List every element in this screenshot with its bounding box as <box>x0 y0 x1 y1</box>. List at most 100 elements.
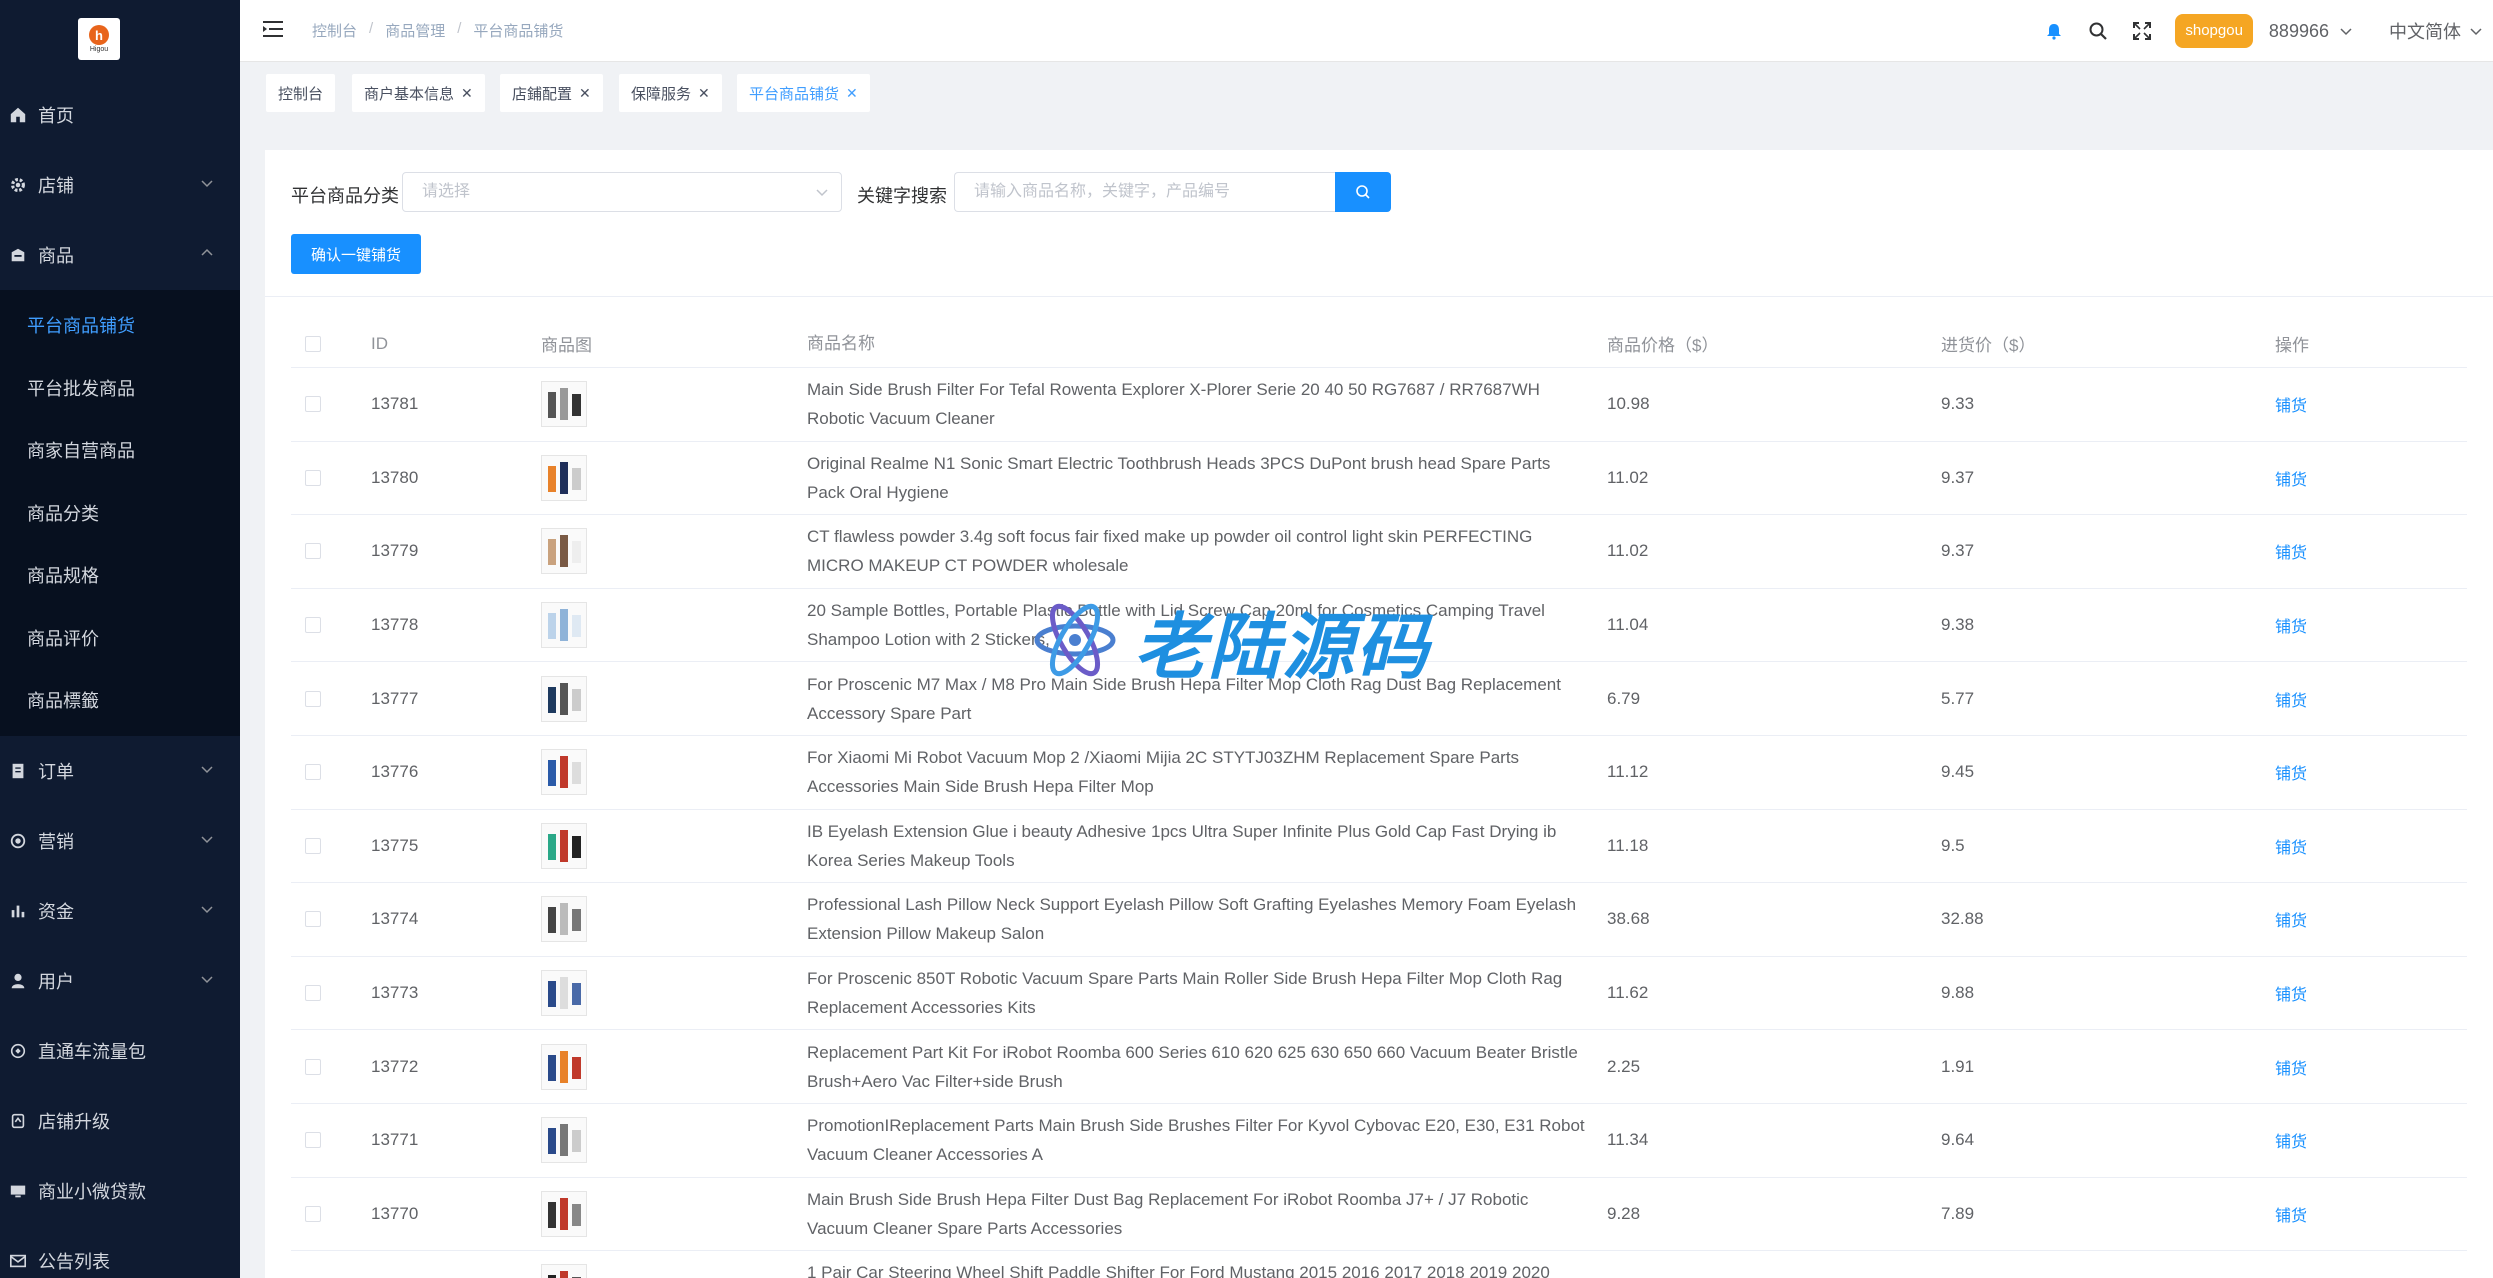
confirm-list-button[interactable]: 确认一键铺货 <box>291 234 421 274</box>
product-thumbnail <box>541 1117 587 1164</box>
list-goods-link[interactable]: 铺货 <box>2275 1134 2307 1151</box>
submenu-self-goods[interactable]: 商家自营商品 <box>0 419 240 482</box>
list-goods-link[interactable]: 铺货 <box>2275 1208 2307 1225</box>
sidebar: h Higou 首页 店铺 商品 平台商品铺货 平台批发商品 商家自营商品 商品… <box>0 0 240 1278</box>
sidebar-item-marketing[interactable]: 营销 <box>0 806 240 876</box>
sidebar-item-upgrade[interactable]: 店铺升级 <box>0 1086 240 1156</box>
logo-text: Higou <box>89 46 109 53</box>
shop-badge[interactable]: shopgou <box>2175 14 2253 48</box>
tag-merchant-info[interactable]: 商户基本信息 ✕ <box>352 74 485 112</box>
submenu-tags[interactable]: 商品標籤 <box>0 669 240 732</box>
chevron-down-icon <box>201 765 213 773</box>
bell-icon[interactable] <box>2043 20 2065 42</box>
column-header: 操作 <box>2275 336 2309 355</box>
tag-guarantee[interactable]: 保障服务 ✕ <box>619 74 722 112</box>
sidebar-item-orders[interactable]: 订单 <box>0 736 240 806</box>
list-goods-link[interactable]: 铺货 <box>2275 693 2307 710</box>
submenu-spec[interactable]: 商品规格 <box>0 544 240 607</box>
tag-store-config[interactable]: 店鋪配置 ✕ <box>500 74 603 112</box>
product-thumbnail <box>541 528 587 575</box>
row-checkbox[interactable] <box>305 1058 321 1075</box>
sidebar-item-traffic[interactable]: 直通车流量包 <box>0 1016 240 1086</box>
row-id: 13776 <box>371 762 419 782</box>
row-checkbox[interactable] <box>305 690 321 707</box>
product-thumbnail <box>541 896 587 943</box>
tag-dashboard[interactable]: 控制台 <box>266 74 336 112</box>
row-checkbox[interactable] <box>305 911 321 928</box>
breadcrumb-item[interactable]: 商品管理 <box>385 20 445 41</box>
list-goods-link[interactable]: 铺货 <box>2275 545 2307 562</box>
row-checkbox[interactable] <box>305 837 321 854</box>
list-goods-link[interactable]: 铺货 <box>2275 472 2307 489</box>
sidebar-item-store[interactable]: 店铺 <box>0 150 240 220</box>
table-row: 13773 For Proscenic 850T Robotic Vacuum S… <box>291 957 2467 1031</box>
sidebar-item-loan[interactable]: 商业小微贷款 <box>0 1156 240 1226</box>
row-checkbox[interactable] <box>305 469 321 486</box>
row-id: 13780 <box>371 467 419 487</box>
close-icon[interactable]: ✕ <box>846 85 858 102</box>
submenu-category[interactable]: 商品分类 <box>0 482 240 545</box>
row-checkbox[interactable] <box>305 617 321 634</box>
chevron-down-icon <box>201 180 213 188</box>
row-id: 13781 <box>371 394 419 414</box>
row-id: 13778 <box>371 615 419 635</box>
row-checkbox[interactable] <box>305 1205 321 1222</box>
close-icon[interactable]: ✕ <box>698 85 710 102</box>
chevron-down-icon[interactable] <box>2469 24 2483 38</box>
product-thumbnail <box>541 970 587 1017</box>
user-icon <box>8 971 28 991</box>
product-name: Professional Lash Pillow Neck Support Ey… <box>807 895 1577 944</box>
sidebar-item-finance[interactable]: 资金 <box>0 876 240 946</box>
table-row: 13776 For Xiaomi Mi Robot Vacuum Mop 2 /X… <box>291 736 2467 810</box>
row-checkbox[interactable] <box>305 985 321 1002</box>
tag-label: 保障服务 <box>631 85 692 103</box>
user-id[interactable]: 889966 <box>2269 21 2329 42</box>
row-checkbox[interactable] <box>305 1132 321 1149</box>
product-cost: 9.5 <box>1941 835 1965 855</box>
app-logo[interactable]: h Higou <box>78 18 120 60</box>
sidebar-item-goods[interactable]: 商品 <box>0 220 240 290</box>
submenu-platform-goods[interactable]: 平台商品铺货 <box>0 294 240 357</box>
sidebar-menu: 首页 店铺 商品 平台商品铺货 平台批发商品 商家自营商品 商品分类 商品规格 … <box>0 80 240 1278</box>
close-icon[interactable]: ✕ <box>461 85 473 102</box>
tag-platform-goods[interactable]: 平台商品铺货 ✕ <box>737 74 870 112</box>
fullscreen-icon[interactable] <box>2131 20 2153 42</box>
submenu-review[interactable]: 商品评价 <box>0 607 240 670</box>
search-icon[interactable] <box>2087 20 2109 42</box>
list-goods-link[interactable]: 铺货 <box>2275 398 2307 415</box>
sidebar-item-home[interactable]: 首页 <box>0 80 240 150</box>
list-goods-link[interactable]: 铺货 <box>2275 987 2307 1004</box>
breadcrumb-item-current: 平台商品铺货 <box>473 23 564 40</box>
language-selector[interactable]: 中文简体 <box>2389 18 2461 44</box>
row-checkbox[interactable] <box>305 543 321 560</box>
breadcrumb-item[interactable]: 控制台 <box>312 20 357 41</box>
close-icon[interactable]: ✕ <box>579 85 591 102</box>
category-select[interactable]: 请选择 <box>402 172 842 212</box>
list-goods-link[interactable]: 铺货 <box>2275 766 2307 783</box>
category-filter-label: 平台商品分类 <box>291 186 399 206</box>
sidebar-item-users[interactable]: 用户 <box>0 946 240 1016</box>
divider <box>265 296 2493 297</box>
select-all-checkbox[interactable] <box>305 335 321 352</box>
search-button[interactable] <box>1335 172 1391 212</box>
hamburger-icon[interactable] <box>262 18 284 40</box>
sidebar-item-label: 商品 <box>38 246 74 266</box>
row-id: 13771 <box>371 1130 419 1150</box>
tag-label: 平台商品铺货 <box>749 85 840 103</box>
product-price: 11.12 <box>1607 762 1649 782</box>
chevron-down-icon[interactable] <box>2339 24 2353 38</box>
list-goods-link[interactable]: 铺货 <box>2275 840 2307 857</box>
list-goods-link[interactable]: 铺货 <box>2275 1061 2307 1078</box>
product-cost: 7.89 <box>1941 1203 1975 1223</box>
row-id: 13772 <box>371 1056 419 1076</box>
keyword-search-input[interactable]: 请输入商品名称，关键字，产品编号 <box>954 172 1335 212</box>
list-goods-link[interactable]: 铺货 <box>2275 619 2307 636</box>
submenu-wholesale-goods[interactable]: 平台批发商品 <box>0 357 240 420</box>
row-checkbox[interactable] <box>305 396 321 413</box>
list-goods-link[interactable]: 铺货 <box>2275 913 2307 930</box>
row-checkbox[interactable] <box>305 764 321 781</box>
keyword-search-placeholder: 请输入商品名称，关键字，产品编号 <box>974 183 1231 200</box>
marketing-icon <box>8 831 28 851</box>
sidebar-item-notices[interactable]: 公告列表 <box>0 1226 240 1278</box>
product-price: 11.02 <box>1607 541 1649 561</box>
